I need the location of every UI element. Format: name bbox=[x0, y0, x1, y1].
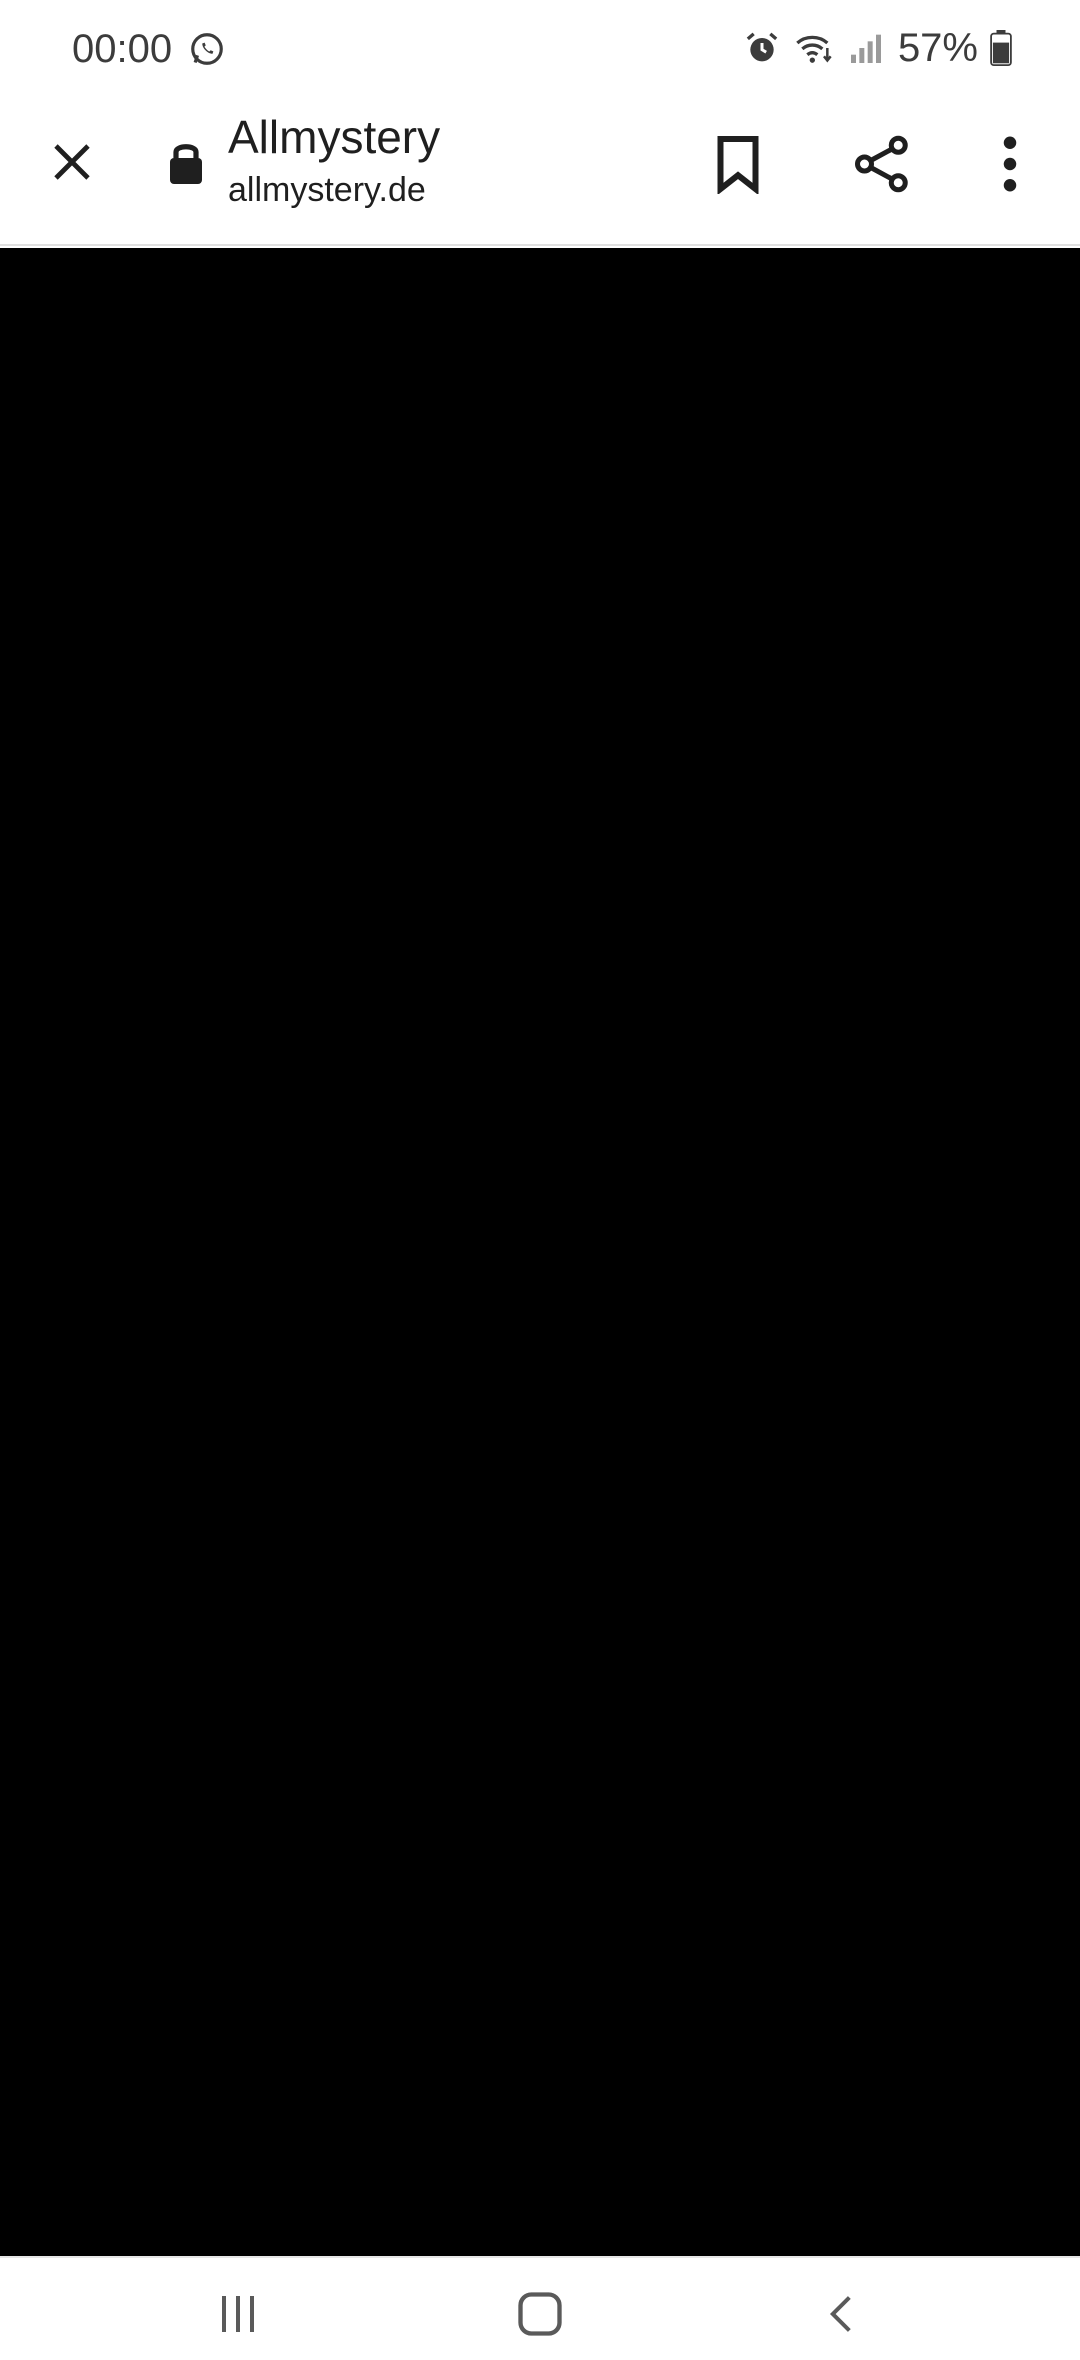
recents-button[interactable] bbox=[190, 2278, 286, 2350]
whatsapp-icon bbox=[191, 33, 223, 65]
recents-icon bbox=[222, 2296, 254, 2332]
home-button[interactable] bbox=[492, 2278, 588, 2350]
home-icon bbox=[518, 2292, 562, 2336]
alarm-icon bbox=[746, 32, 778, 62]
navigation-bar bbox=[0, 2256, 1080, 2360]
web-content[interactable] bbox=[0, 248, 1080, 2256]
more-vert-icon bbox=[1003, 136, 1017, 192]
back-button[interactable] bbox=[794, 2278, 890, 2350]
lock-icon bbox=[170, 144, 202, 184]
status-icons: 57% bbox=[742, 22, 1012, 74]
battery-percent: 57% bbox=[897, 26, 978, 70]
bookmark-icon bbox=[717, 136, 759, 194]
close-icon bbox=[54, 144, 90, 180]
phone-screen: 00:00 57% Allmystery allmystery.de bbox=[0, 0, 1080, 2360]
page-title: Allmystery bbox=[228, 111, 441, 163]
custom-tab-toolbar: Allmystery allmystery.de bbox=[0, 96, 1080, 246]
status-time: 00:00 bbox=[72, 27, 173, 71]
page-info[interactable]: Allmystery allmystery.de bbox=[228, 106, 668, 212]
back-icon bbox=[829, 2296, 851, 2332]
signal-icon bbox=[850, 34, 881, 63]
share-button[interactable] bbox=[840, 122, 924, 206]
more-options-button[interactable] bbox=[968, 122, 1052, 206]
wifi-icon bbox=[796, 35, 832, 63]
battery-icon bbox=[990, 30, 1012, 66]
bookmark-button[interactable] bbox=[696, 122, 780, 206]
share-icon bbox=[855, 135, 908, 193]
page-url: allmystery.de bbox=[228, 171, 426, 209]
close-button[interactable] bbox=[32, 122, 112, 202]
status-bar: 00:00 57% bbox=[0, 0, 1080, 96]
